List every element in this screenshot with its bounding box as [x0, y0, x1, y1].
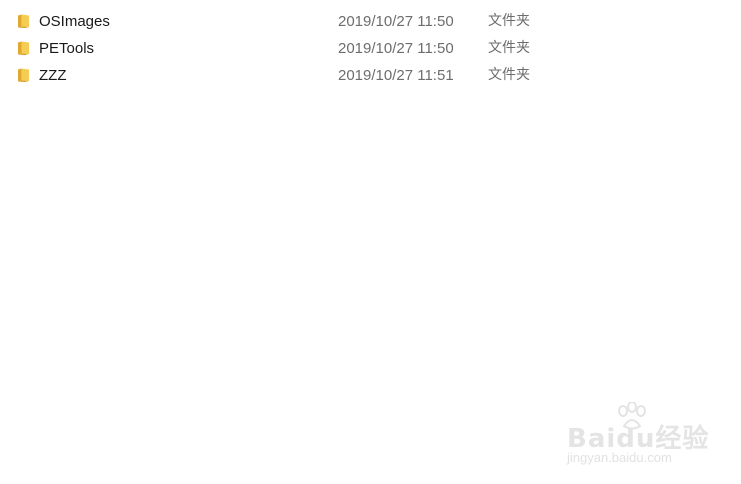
folder-icon: [18, 68, 29, 82]
folder-icon: [18, 41, 29, 55]
file-type: 文件夹: [488, 13, 530, 29]
folder-icon: [18, 14, 29, 28]
file-name: PETools: [39, 40, 95, 57]
file-row-osimages[interactable]: OSImages 2019/10/27 11:50 文件夹: [0, 8, 741, 35]
file-list: OSImages 2019/10/27 11:50 文件夹 PETools 20…: [0, 8, 741, 89]
file-name: ZZZ: [39, 67, 67, 84]
file-row-petools[interactable]: PETools 2019/10/27 11:50 文件夹: [0, 35, 741, 62]
file-explorer-pane: OSImages 2019/10/27 11:50 文件夹 PETools 20…: [0, 0, 741, 484]
baidu-jingyan-watermark: Baidu经验 jingyan.baidu.com: [565, 402, 708, 472]
watermark-url: jingyan.baidu.com: [567, 450, 672, 465]
file-modified-date: 2019/10/27 11:50: [338, 40, 454, 57]
file-row-zzz[interactable]: ZZZ 2019/10/27 11:51 文件夹: [0, 62, 741, 89]
file-modified-date: 2019/10/27 11:50: [338, 13, 454, 30]
file-name: OSImages: [39, 13, 110, 30]
file-type: 文件夹: [488, 40, 530, 56]
file-type: 文件夹: [488, 67, 530, 83]
file-modified-date: 2019/10/27 11:51: [338, 67, 454, 84]
